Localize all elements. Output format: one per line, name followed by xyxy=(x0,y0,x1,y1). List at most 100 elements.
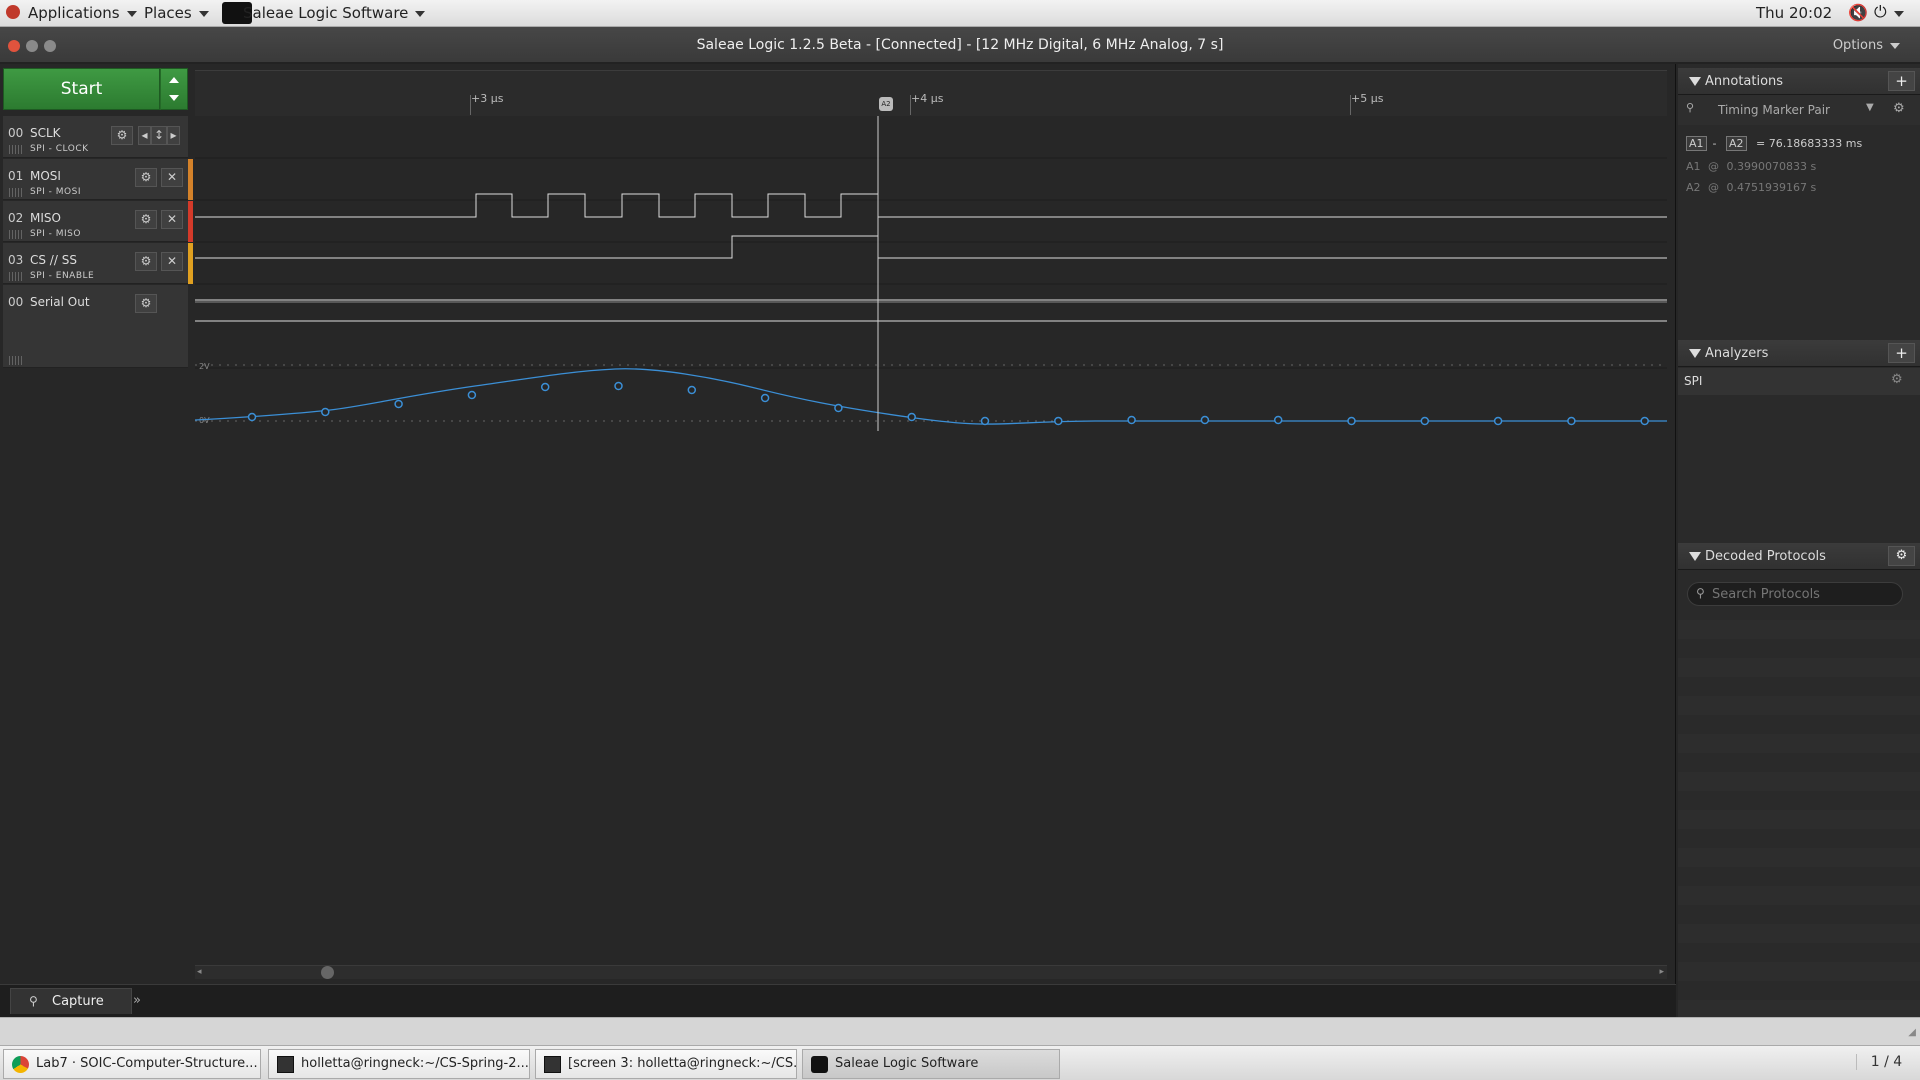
options-menu[interactable]: Options xyxy=(1833,38,1900,53)
gear-icon[interactable]: ⚙ xyxy=(135,294,157,313)
add-analyzer-button[interactable]: + xyxy=(1888,343,1915,363)
add-annotation-button[interactable]: + xyxy=(1888,71,1915,91)
taskbar-item-terminal-1[interactable]: holletta@ringneck:~/CS-Spring-2... xyxy=(268,1049,530,1079)
drag-handle-icon[interactable] xyxy=(9,230,22,239)
scroll-right-icon[interactable]: ▸ xyxy=(1659,967,1664,977)
applications-menu[interactable]: Applications xyxy=(28,4,137,22)
collapse-triangle-icon[interactable] xyxy=(1689,552,1701,561)
close-icon[interactable]: ✕ xyxy=(161,210,183,229)
drag-handle-icon[interactable] xyxy=(9,356,22,365)
scroll-thumb[interactable] xyxy=(321,966,334,979)
next-edge-icon[interactable]: ▸ xyxy=(167,126,180,145)
waveform-view[interactable]: 2V 0V xyxy=(195,116,1667,431)
channel-name[interactable]: CS // SS xyxy=(30,253,77,267)
analyzer-item-spi[interactable]: SPI ⚙ xyxy=(1678,368,1920,395)
gear-icon[interactable]: ⚙ xyxy=(111,126,133,145)
start-options-button[interactable] xyxy=(160,68,188,110)
close-icon[interactable]: ✕ xyxy=(161,168,183,187)
drag-handle-icon[interactable] xyxy=(9,188,22,197)
channel-row-mosi[interactable]: 01 MOSI SPI - MOSI ⚙ ✕ xyxy=(3,159,188,200)
decoded-protocols-title: Decoded Protocols xyxy=(1705,549,1826,564)
decoded-protocols-list[interactable] xyxy=(1678,620,1920,1017)
gear-icon[interactable]: ⚙ xyxy=(135,252,157,271)
gear-icon[interactable]: ⚙ xyxy=(1891,372,1903,387)
trigger-edge-icon[interactable]: ↕ xyxy=(151,126,167,145)
a1-label: A1 xyxy=(1686,160,1701,173)
channel-row-sclk[interactable]: 00 SCLK SPI - CLOCK ⚙ ◂ ↕ ▸ xyxy=(3,116,188,158)
channel-row-cs[interactable]: 03 CS // SS SPI - ENABLE ⚙ ✕ xyxy=(3,243,188,284)
channel-number: 00 xyxy=(8,126,24,140)
workspace-indicator[interactable]: 1 / 4 xyxy=(1856,1054,1916,1070)
taskbar-item-label: Lab7 · SOIC-Computer-Structure... xyxy=(36,1056,258,1071)
places-menu[interactable]: Places xyxy=(144,4,209,22)
power-icon[interactable]: ⏻ xyxy=(1874,2,1887,22)
channel-name[interactable]: MOSI xyxy=(30,169,61,183)
analog-2v-label: 2V xyxy=(199,362,210,371)
right-sidebar: Annotations + ⚲ Timing Marker Pair ▼ ⚙ A… xyxy=(1678,64,1920,1017)
channel-row-miso[interactable]: 02 MISO SPI - MISO ⚙ ✕ xyxy=(3,201,188,242)
sample-point xyxy=(1567,416,1576,426)
taskbar-item-terminal-2[interactable]: [screen 3: holletta@ringneck:~/CS... xyxy=(535,1049,797,1079)
sample-point xyxy=(1347,416,1356,426)
resize-grip-icon[interactable]: ◢ xyxy=(1908,1027,1916,1038)
analyzers-header[interactable]: Analyzers + xyxy=(1678,340,1920,367)
a2-badge: A2 xyxy=(1726,136,1747,151)
annotations-title: Annotations xyxy=(1705,74,1784,89)
annotations-header[interactable]: Annotations + xyxy=(1678,68,1920,95)
a1-time-value: 0.3990070833 s xyxy=(1726,160,1817,173)
active-app-menu[interactable]: Saleae Logic Software xyxy=(243,4,426,22)
channel-analyzer-label: SPI - CLOCK xyxy=(30,144,89,154)
channel-color-strip xyxy=(188,201,193,242)
marker-pair-row[interactable]: ⚲ Timing Marker Pair ▼ ⚙ xyxy=(1678,95,1920,125)
at-symbol: @ xyxy=(1708,160,1720,173)
drag-handle-icon[interactable] xyxy=(9,145,22,154)
taskbar-item-saleae[interactable]: Saleae Logic Software xyxy=(802,1049,1060,1079)
channel-name[interactable]: Serial Out xyxy=(30,295,90,309)
mosi-trace xyxy=(195,235,1667,259)
start-button[interactable]: Start xyxy=(3,68,160,110)
scroll-left-icon[interactable]: ◂ xyxy=(197,967,202,977)
marker-pin-icon: ⚲ xyxy=(1686,101,1695,114)
gear-icon[interactable]: ⚙ xyxy=(1893,101,1905,116)
channel-name[interactable]: MISO xyxy=(30,211,61,225)
taskbar-item-browser[interactable]: Lab7 · SOIC-Computer-Structure... xyxy=(3,1049,261,1079)
gear-icon[interactable]: ⚙ xyxy=(135,210,157,229)
decoded-protocols-header[interactable]: Decoded Protocols ⚙ xyxy=(1678,543,1920,570)
gnome-top-bar: Applications Places Saleae Logic Softwar… xyxy=(0,0,1920,27)
collapse-triangle-icon[interactable] xyxy=(1689,77,1701,86)
sample-point xyxy=(834,403,843,413)
tab-capture[interactable]: ⚲ Capture xyxy=(10,988,132,1014)
search-protocols-input[interactable] xyxy=(1712,585,1897,603)
channel-row-serial-out[interactable]: 00 Serial Out ⚙ xyxy=(3,285,188,368)
bottom-tab-bar: ⚲ Capture » xyxy=(0,984,1676,1017)
analyzer-name: SPI xyxy=(1684,374,1703,388)
channel-color-strip xyxy=(188,243,193,284)
collapse-triangle-icon[interactable] xyxy=(1689,349,1701,358)
chevron-down-icon[interactable]: ▼ xyxy=(1866,102,1874,113)
time-ruler[interactable]: +3 µs +4 µs +5 µs A2 xyxy=(195,70,1667,116)
at-symbol: @ xyxy=(1708,181,1720,194)
up-down-arrows-icon xyxy=(169,77,179,101)
chevron-down-icon[interactable] xyxy=(1894,11,1904,17)
search-protocols-field[interactable]: ⚲ xyxy=(1687,582,1903,606)
prev-edge-icon[interactable]: ◂ xyxy=(138,126,151,145)
delta-value: = 76.18683333 ms xyxy=(1756,137,1863,150)
drag-handle-icon[interactable] xyxy=(9,272,22,281)
horizontal-scrollbar[interactable]: ◂ ▸ xyxy=(195,965,1667,979)
taskbar-item-label: holletta@ringneck:~/CS-Spring-2... xyxy=(301,1056,529,1071)
search-icon: ⚲ xyxy=(1696,586,1705,600)
channel-number: 02 xyxy=(8,211,24,225)
channel-name[interactable]: SCLK xyxy=(30,126,61,140)
sample-point xyxy=(321,407,330,417)
saleae-app-icon xyxy=(811,1056,828,1073)
gear-icon[interactable]: ⚙ xyxy=(135,168,157,187)
clock[interactable]: Thu 20:02 xyxy=(1756,4,1832,22)
timing-marker-a2[interactable]: A2 xyxy=(879,97,893,111)
close-icon[interactable]: ✕ xyxy=(161,252,183,271)
sample-point xyxy=(1200,415,1210,425)
more-tabs-icon[interactable]: » xyxy=(133,993,141,1008)
volume-icon[interactable]: 🔇 xyxy=(1848,3,1868,22)
gear-icon[interactable]: ⚙ xyxy=(1888,546,1915,566)
serial-out-trace xyxy=(195,368,1667,425)
sample-point xyxy=(1273,415,1283,425)
